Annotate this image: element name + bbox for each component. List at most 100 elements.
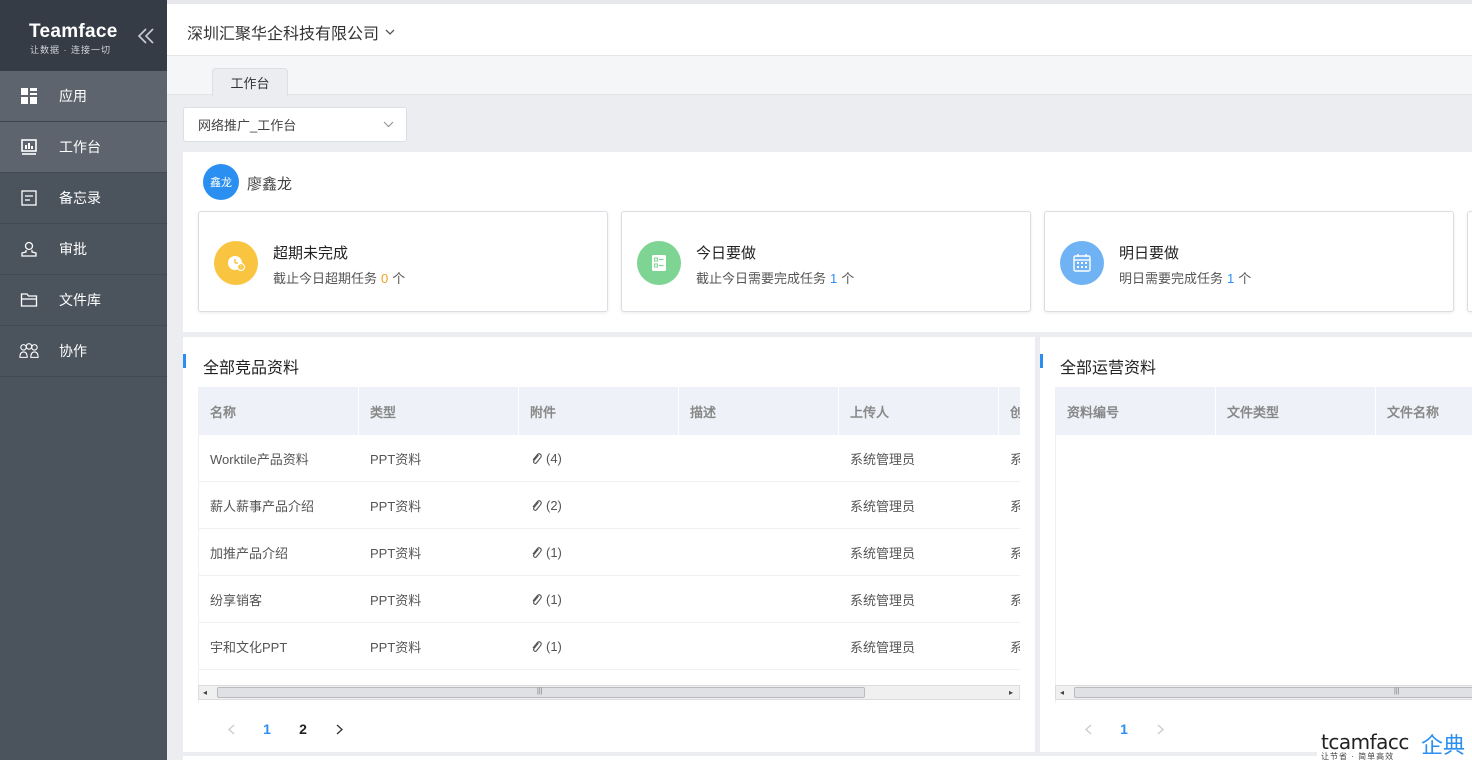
cell-type-text: PPT资料: [370, 451, 422, 467]
page-button[interactable]: 1: [249, 719, 285, 739]
cell-description: [679, 482, 839, 528]
card-subtitle-text: 明日需要完成任务: [1119, 271, 1224, 286]
scroll-right-icon[interactable]: ▸: [1009, 689, 1017, 697]
column-header[interactable]: 资料编号: [1056, 387, 1216, 435]
column-header[interactable]: 附件: [519, 387, 679, 435]
sidebar-item-memo[interactable]: 备忘录: [0, 173, 167, 224]
operations-table: 资料编号 文件类型 文件名称: [1055, 387, 1472, 703]
paperclip-icon: [530, 451, 542, 465]
column-header[interactable]: 文件类型: [1216, 387, 1376, 435]
cell-name-text: 加推产品介绍: [210, 545, 289, 561]
overdue-card[interactable]: ! 超期未完成 截止今日超期任务 0 个: [198, 211, 608, 312]
avatar[interactable]: 鑫龙: [203, 164, 239, 200]
cell-description: [679, 623, 839, 669]
workbench-select-value: 网络推广_工作台: [198, 118, 297, 133]
brand-title: Teamface: [29, 21, 118, 42]
cell-name: Worktile产品资料: [199, 435, 359, 481]
prev-page-icon[interactable]: [213, 719, 249, 739]
today-card[interactable]: 今日要做 截止今日需要完成任务 1 个: [621, 211, 1031, 312]
card-unit: 个: [392, 271, 406, 286]
next-page-icon[interactable]: [321, 719, 357, 739]
sidebar-item-files[interactable]: 文件库: [0, 275, 167, 326]
column-header[interactable]: 类型: [359, 387, 519, 435]
cell-attachment[interactable]: (1): [519, 529, 679, 575]
column-header[interactable]: 上传人: [839, 387, 999, 435]
cell-creator-text: 系: [1010, 590, 1020, 609]
cell-attachment-text: (4): [546, 450, 562, 466]
cell-creator: 系: [999, 623, 1020, 669]
table-row[interactable]: 纷享销客 PPT资料 (1) 系统管理员 系: [199, 576, 1020, 623]
column-header[interactable]: 创: [999, 387, 1020, 435]
card-subtitle: 明日需要完成任务 1 个: [1119, 268, 1251, 287]
paperclip-icon: [530, 639, 542, 653]
cell-name-text: 薪人薪事产品介绍: [210, 498, 315, 514]
title-accent-bar: [183, 354, 186, 368]
card-title: 明日要做: [1119, 245, 1180, 262]
cell-attachment[interactable]: (1): [519, 623, 679, 669]
cell-creator-text: 系: [1010, 543, 1020, 562]
cell-uploader: 系统管理员: [839, 623, 999, 669]
cell-type: PPT资料: [359, 576, 519, 622]
cell-type-text: PPT资料: [370, 592, 422, 608]
prev-page-icon[interactable]: [1070, 719, 1106, 739]
pagination: 1: [1070, 719, 1178, 739]
page-button[interactable]: 1: [1106, 719, 1142, 739]
column-header[interactable]: 文件名称: [1376, 387, 1472, 435]
cell-creator: 系: [999, 529, 1020, 575]
cell-attachment-text: (1): [546, 544, 562, 560]
cell-name-text: 纷享销客: [210, 592, 263, 608]
cell-creator: 系: [999, 482, 1020, 528]
cell-attachment[interactable]: (2): [519, 482, 679, 528]
sidebar-item-label: 工作台: [59, 139, 101, 155]
cell-creator-text: 系: [1010, 496, 1020, 515]
next-page-icon[interactable]: [1142, 719, 1178, 739]
workbench-select[interactable]: 网络推广_工作台: [183, 107, 407, 142]
paperclip-icon: [530, 498, 542, 512]
cell-name: 薪人薪事产品介绍: [199, 482, 359, 528]
horizontal-scrollbar[interactable]: ◂ |||: [1055, 685, 1472, 700]
sidebar-item-apps[interactable]: 应用: [0, 71, 167, 122]
cell-uploader-text: 系统管理员: [850, 451, 916, 467]
next-card-edge[interactable]: [1467, 211, 1472, 312]
table-row[interactable]: Worktile产品资料 PPT资料 (4) 系统管理员 系: [199, 435, 1020, 482]
overdue-clock-icon: !: [214, 241, 258, 285]
team-icon: [19, 341, 39, 361]
cell-attachment-text: (1): [546, 638, 562, 654]
cell-attachment-text: (2): [546, 497, 562, 513]
pagination: 1 2: [213, 719, 357, 739]
sidebar-item-label: 审批: [59, 241, 87, 257]
sidebar-item-workbench[interactable]: 工作台: [0, 122, 167, 173]
table-body: Worktile产品资料PPT资料(4)系统管理员系薪人薪事产品介绍PPT资料(…: [199, 435, 1020, 670]
competitor-materials-panel: 全部竞品资料 名称 类型 附件 描述 上传人 创 Worktile产品资料 PPT…: [183, 337, 1035, 752]
folder-icon: [19, 290, 39, 310]
cell-type-text: PPT资料: [370, 639, 422, 655]
top-bar: 深圳汇聚华企科技有限公司: [167, 0, 1472, 56]
sidebar-item-collab[interactable]: 协作: [0, 326, 167, 377]
table-header: 资料编号 文件类型 文件名称: [1056, 387, 1472, 435]
column-header[interactable]: 名称: [199, 387, 359, 435]
user-name: 廖鑫龙: [247, 176, 293, 193]
column-header[interactable]: 描述: [679, 387, 839, 435]
company-switcher[interactable]: 深圳汇聚华企科技有限公司: [187, 20, 395, 44]
tab-workbench[interactable]: 工作台: [212, 68, 288, 96]
paperclip-icon: [530, 592, 542, 606]
cell-name: 纷享销客: [199, 576, 359, 622]
sidebar-item-approval[interactable]: 审批: [0, 224, 167, 275]
cell-type: PPT资料: [359, 623, 519, 669]
scroll-left-icon[interactable]: ◂: [1060, 689, 1068, 697]
collapse-sidebar-icon[interactable]: [136, 26, 156, 46]
table-row[interactable]: 宇和文化PPT PPT资料 (1) 系统管理员 系: [199, 623, 1020, 670]
cell-attachment[interactable]: (4): [519, 435, 679, 481]
brand-subtitle: 让数据 · 连接一切: [30, 45, 111, 55]
scroll-left-icon[interactable]: ◂: [203, 689, 211, 697]
cell-creator: 系: [999, 435, 1020, 481]
table-row[interactable]: 薪人薪事产品介绍 PPT资料 (2) 系统管理员 系: [199, 482, 1020, 529]
table-row[interactable]: 加推产品介绍 PPT资料 (1) 系统管理员 系: [199, 529, 1020, 576]
scrollbar-thumb[interactable]: [1074, 687, 1472, 698]
horizontal-scrollbar[interactable]: ◂ ||| ▸: [198, 685, 1020, 700]
card-unit: 个: [841, 271, 855, 286]
page-button[interactable]: 2: [285, 719, 321, 739]
chevron-down-icon: [383, 121, 394, 128]
cell-attachment[interactable]: (1): [519, 576, 679, 622]
tomorrow-card[interactable]: 明日要做 明日需要完成任务 1 个: [1044, 211, 1454, 312]
